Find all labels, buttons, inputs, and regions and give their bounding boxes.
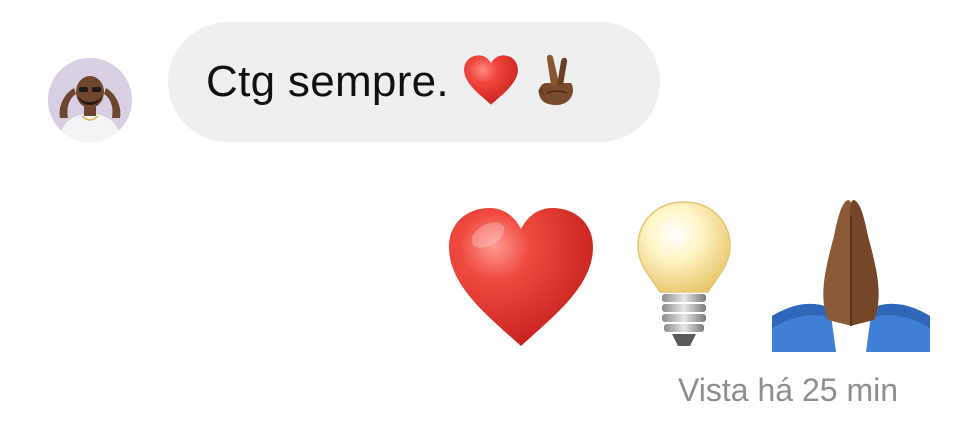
red-heart-icon [446,202,596,352]
outgoing-message[interactable] [446,196,930,352]
chat-thread: Ctg sempre. Vista há 25 min [0,0,960,428]
seen-status: Vista há 25 min [678,372,898,408]
incoming-message-bubble[interactable]: Ctg sempre. [168,22,660,142]
light-bulb-icon [636,200,732,352]
folded-hands-icon [772,196,930,352]
incoming-message-text: Ctg sempre. [206,57,449,106]
avatar[interactable] [48,58,132,142]
red-heart-icon [463,54,519,111]
crossed-fingers-icon [533,53,579,112]
